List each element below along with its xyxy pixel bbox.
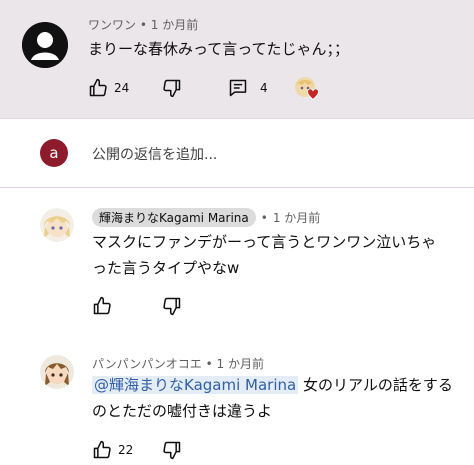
heart-icon xyxy=(307,89,319,100)
like-count: 24 xyxy=(114,81,130,95)
dislike-button[interactable] xyxy=(162,78,182,98)
like-count: 22 xyxy=(118,443,134,457)
dislike-button[interactable] xyxy=(162,440,182,460)
dislike-button[interactable] xyxy=(162,296,182,316)
reply-text: マスクにファンデがーって言うとワンワン泣いちゃ った言うタイプやなw xyxy=(92,229,436,281)
like-button[interactable]: 24 xyxy=(88,78,129,98)
reply-meta: 輝海まりなKagami Marina • 1 か月前 xyxy=(92,208,320,227)
meta-separator: • xyxy=(260,210,268,225)
reply-meta: パンパンパンオコエ • 1 か月前 xyxy=(92,355,264,372)
reply-text-line: のとただの嘘付きは違うよ xyxy=(92,402,273,420)
comment-meta: ワンワン • 1 か月前 xyxy=(88,16,198,33)
thumbs-down-icon xyxy=(162,78,182,98)
reply-input[interactable]: 公開の返信を追加... xyxy=(92,144,217,164)
reply-time[interactable]: 1 か月前 xyxy=(217,357,264,371)
reply-text-line: った言うタイプやなw xyxy=(92,259,240,277)
reply-text: @輝海まりなKagami Marina 女のリアルの話をする のとただの嘘付きは… xyxy=(92,372,453,424)
reply-text-segment: 女のリアルの話をする xyxy=(298,376,453,394)
thumbs-down-icon xyxy=(162,296,182,316)
reply-author[interactable]: パンパンパンオコエ xyxy=(92,357,202,371)
reply-text-line: マスクにファンデがーって言うとワンワン泣いちゃ xyxy=(92,233,437,251)
divider xyxy=(0,187,474,188)
divider xyxy=(0,118,474,119)
reply-text-line: @輝海まりなKagami Marina 女のリアルの話をする xyxy=(92,372,453,398)
thumbs-up-icon xyxy=(88,78,108,98)
replies-button[interactable]: 4 xyxy=(228,78,268,98)
meta-separator: • xyxy=(139,18,147,32)
comment-author[interactable]: ワンワン xyxy=(88,18,136,32)
thumbs-up-icon xyxy=(92,440,112,460)
user-avatar-default[interactable] xyxy=(22,22,68,68)
current-user-avatar: a xyxy=(40,139,68,167)
avatar-letter: a xyxy=(49,144,59,162)
creator-heart-badge xyxy=(294,76,320,102)
reply-count: 4 xyxy=(260,81,268,95)
like-button[interactable]: 22 xyxy=(92,440,133,460)
like-button[interactable] xyxy=(92,296,112,316)
comment-time[interactable]: 1 か月前 xyxy=(151,18,198,32)
comment-text: まりーな春休みって言ってたじゃん；； xyxy=(88,40,350,58)
reply-author-avatar[interactable] xyxy=(40,208,74,242)
reply-author-avatar[interactable] xyxy=(40,355,74,389)
thumbs-up-icon xyxy=(92,296,112,316)
creator-name-chip[interactable]: 輝海まりなKagami Marina xyxy=(92,208,256,227)
meta-separator: • xyxy=(205,357,213,371)
thumbs-down-icon xyxy=(162,440,182,460)
reply-time[interactable]: 1 か月前 xyxy=(273,209,320,226)
comment-icon xyxy=(228,78,248,98)
mention-link[interactable]: @輝海まりなKagami Marina xyxy=(92,376,299,394)
